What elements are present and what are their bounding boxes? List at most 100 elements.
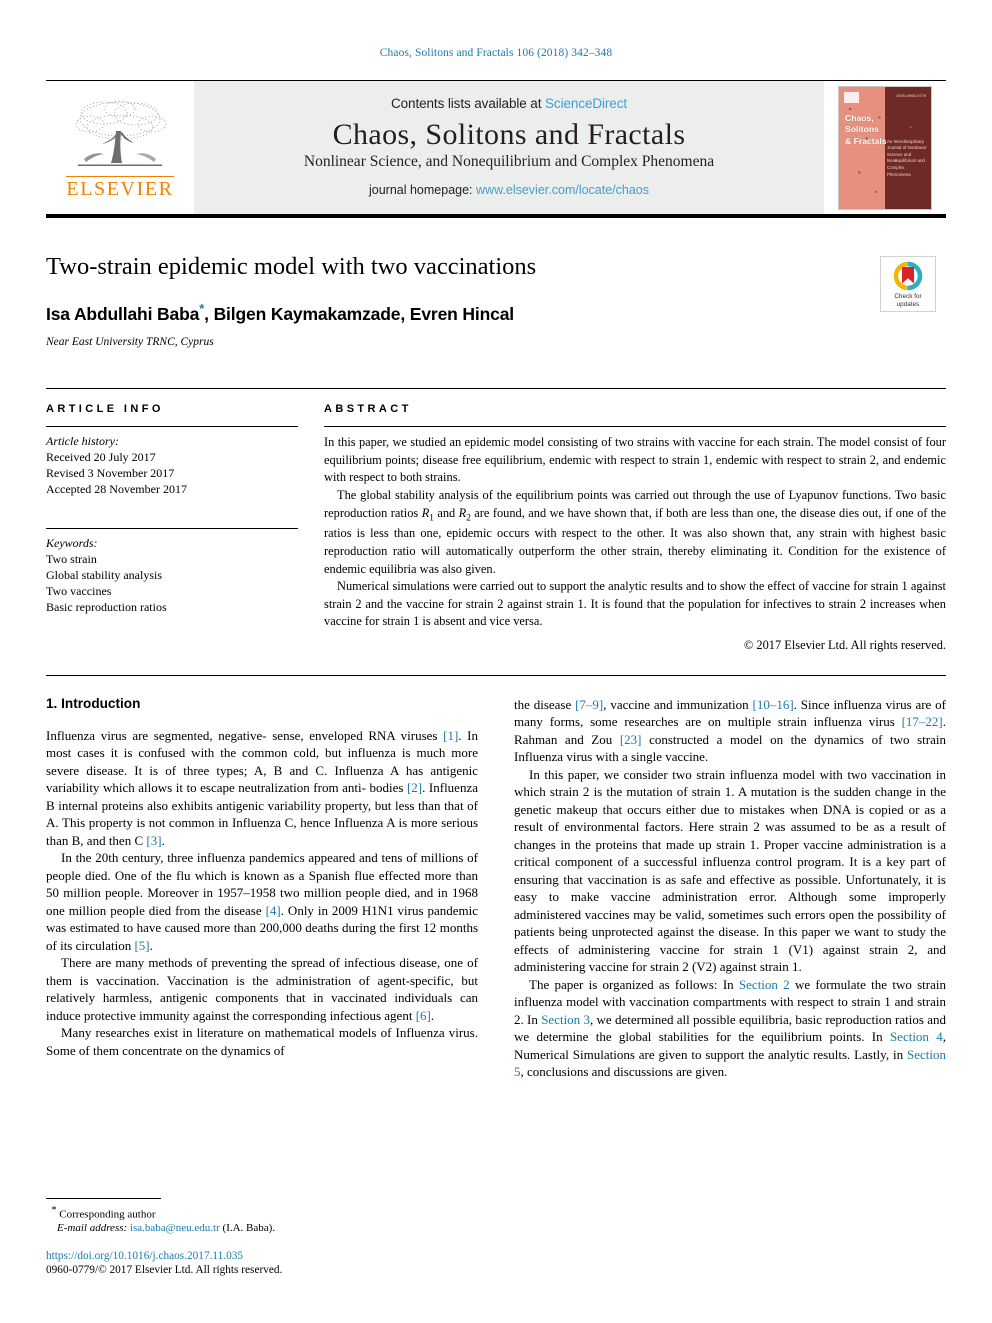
sciencedirect-link[interactable]: ScienceDirect xyxy=(545,96,627,111)
paragraph-text: . xyxy=(161,832,165,848)
page-title: Two-strain epidemic model with two vacci… xyxy=(46,253,537,280)
email-link[interactable]: isa.baba@neu.edu.tr xyxy=(130,1222,220,1234)
contents-list-line: Contents lists available at ScienceDirec… xyxy=(391,96,627,111)
citation-link[interactable]: [5] xyxy=(134,938,149,953)
crossmark-line1: Check for xyxy=(894,293,922,300)
article-info-heading: ARTICLE INFO xyxy=(46,403,164,416)
section-link-4[interactable]: Section 4 xyxy=(890,1029,943,1044)
abstract-rule xyxy=(324,426,946,428)
abstract-body: In this paper, we studied an epidemic mo… xyxy=(324,434,946,631)
email-note: E-mail address: isa.baba@neu.edu.tr (I.A… xyxy=(46,1222,476,1234)
citation-link[interactable]: [1] xyxy=(443,728,458,743)
keywords-label: Keywords: xyxy=(46,536,98,551)
cover-title: Chaos, Solitons & Fractals xyxy=(845,113,887,148)
corresponding-author-note: * Corresponding author xyxy=(46,1205,476,1221)
keyword-item: Two vaccines xyxy=(46,583,112,598)
citation-link[interactable]: [6] xyxy=(416,1008,431,1023)
paragraph-text: Influenza virus are segmented, negative-… xyxy=(46,727,444,743)
footnote-marker: * xyxy=(51,1205,57,1217)
doi-block: https://doi.org/10.1016/j.chaos.2017.11.… xyxy=(46,1250,476,1276)
body-paragraph: the disease [7–9], vaccine and immunizat… xyxy=(514,696,946,766)
abstract-text: and xyxy=(433,505,459,520)
crossmark-line2: updates xyxy=(896,301,920,308)
info-abstract-section: ARTICLE INFO Article history: Received 2… xyxy=(46,388,946,653)
paragraph-text: . xyxy=(149,937,153,953)
citation-link[interactable]: [3] xyxy=(146,833,161,848)
footnote-rule xyxy=(46,1198,161,1200)
article-info-rule xyxy=(46,426,298,428)
citation-link[interactable]: [23] xyxy=(620,732,642,747)
author-list: Isa Abdullahi Baba*, Bilgen Kaymakamzade… xyxy=(46,301,836,325)
affiliation: Near East University TRNC, Cyprus xyxy=(46,336,214,349)
article-history-item: Revised 3 November 2017 xyxy=(46,466,175,481)
homepage-label: journal homepage: xyxy=(368,183,477,198)
citation-link[interactable]: [10–16] xyxy=(752,697,793,712)
citation-link[interactable]: [7–9] xyxy=(575,697,603,712)
cover-issn: ISSN 0960-0779 xyxy=(896,92,926,98)
citation-link[interactable]: [2] xyxy=(407,780,422,795)
journal-masthead: ELSEVIER Contents lists available at Sci… xyxy=(46,80,946,214)
abstract-column: ABSTRACT In this paper, we studied an ep… xyxy=(324,403,946,653)
section-link-3[interactable]: Section 3 xyxy=(541,1012,590,1027)
abstract-heading: ABSTRACT xyxy=(324,403,412,416)
section-link-2[interactable]: Section 2 xyxy=(739,977,790,992)
paragraph-text: The paper is organized as follows: In xyxy=(529,976,739,992)
body-right-column: the disease [7–9], vaccine and immunizat… xyxy=(514,696,946,1081)
cover-title-line3: & Fractals xyxy=(845,135,887,146)
keyword-item: Basic reproduction ratios xyxy=(46,599,167,614)
abstract-paragraph: Numerical simulations were carried out t… xyxy=(324,579,946,629)
title-block: Two-strain epidemic model with two vacci… xyxy=(46,252,946,348)
body-columns: 1. Introduction Influenza virus are segm… xyxy=(46,696,946,1081)
article-page: Chaos, Solitons and Fractals 106 (2018) … xyxy=(0,0,992,1323)
body-paragraph: Influenza virus are segmented, negative-… xyxy=(46,727,478,849)
journal-homepage-line: journal homepage: www.elsevier.com/locat… xyxy=(369,183,649,197)
abstract-copyright: © 2017 Elsevier Ltd. All rights reserved… xyxy=(743,637,946,652)
article-history-label: Article history: xyxy=(46,434,119,449)
homepage-link[interactable]: www.elsevier.com/locate/chaos xyxy=(476,183,649,197)
elsevier-wordmark: ELSEVIER xyxy=(66,175,174,200)
paragraph-text: , vaccine and immunization xyxy=(603,696,753,712)
paragraph-text: , conclusions and discussions are given. xyxy=(520,1064,728,1080)
cover-blurb: An Interdisciplinary Journal of Nonlinea… xyxy=(887,138,927,177)
cover-title-line2: Solitons xyxy=(845,124,879,135)
keyword-item: Two strain xyxy=(46,552,97,567)
keywords-block: Keywords: Two strain Global stability an… xyxy=(46,528,298,616)
crossmark-badge[interactable]: Check for updates xyxy=(880,256,936,312)
body-paragraph: There are many methods of preventing the… xyxy=(46,954,478,1024)
keywords-rule xyxy=(46,528,298,530)
journal-title: Chaos, Solitons and Fractals xyxy=(332,117,686,151)
journal-cover-thumbnail: ISSN 0960-0779 Chaos, Solitons & Fractal… xyxy=(824,81,946,214)
article-info-column: ARTICLE INFO Article history: Received 2… xyxy=(46,403,298,653)
masthead-center: Contents lists available at ScienceDirec… xyxy=(194,81,824,214)
email-label: E-mail address: xyxy=(57,1222,128,1234)
body-paragraph: The paper is organized as follows: In Se… xyxy=(514,976,946,1081)
citation-link[interactable]: [4] xyxy=(266,903,281,918)
crossmark-icon xyxy=(893,261,923,291)
page-footnote: * Corresponding author E-mail address: i… xyxy=(46,1198,476,1276)
email-owner: (I.A. Baba). xyxy=(222,1222,276,1234)
section-heading-introduction: 1. Introduction xyxy=(46,695,141,711)
crossmark-label: Check for updates xyxy=(894,293,921,309)
body-paragraph: Many researches exist in literature on m… xyxy=(46,1025,478,1058)
body-paragraph: In the 20th century, three influenza pan… xyxy=(46,849,478,954)
paragraph-text: the disease xyxy=(514,696,576,712)
abstract-paragraph: The global stability analysis of the equ… xyxy=(324,487,946,578)
article-history-item: Accepted 28 November 2017 xyxy=(46,482,187,497)
footnote-text: Corresponding author xyxy=(59,1209,156,1221)
elsevier-tree-icon xyxy=(61,95,179,173)
cover-title-line1: Chaos, xyxy=(845,112,874,123)
author-first: Isa Abdullahi Baba xyxy=(46,304,200,325)
journal-subtitle: Nonlinear Science, and Nonequilibrium an… xyxy=(303,153,715,171)
paragraph-text: . xyxy=(430,1007,435,1023)
contents-prefix: Contents lists available at xyxy=(390,95,546,111)
doi-link[interactable]: https://doi.org/10.1016/j.chaos.2017.11.… xyxy=(46,1250,476,1262)
issn-copyright-line: 0960-0779/© 2017 Elsevier Ltd. All right… xyxy=(46,1264,283,1276)
masthead-bottom-rule xyxy=(46,214,946,218)
body-left-column: 1. Introduction Influenza virus are segm… xyxy=(46,696,478,1081)
body-paragraph: In this paper, we consider two strain in… xyxy=(514,766,946,975)
body-top-rule xyxy=(46,674,946,676)
publisher-logo: ELSEVIER xyxy=(46,81,194,214)
abstract-paragraph: In this paper, we studied an epidemic mo… xyxy=(324,435,946,485)
cover-publisher-badge xyxy=(844,91,859,103)
citation-link[interactable]: [17–22] xyxy=(902,714,943,729)
